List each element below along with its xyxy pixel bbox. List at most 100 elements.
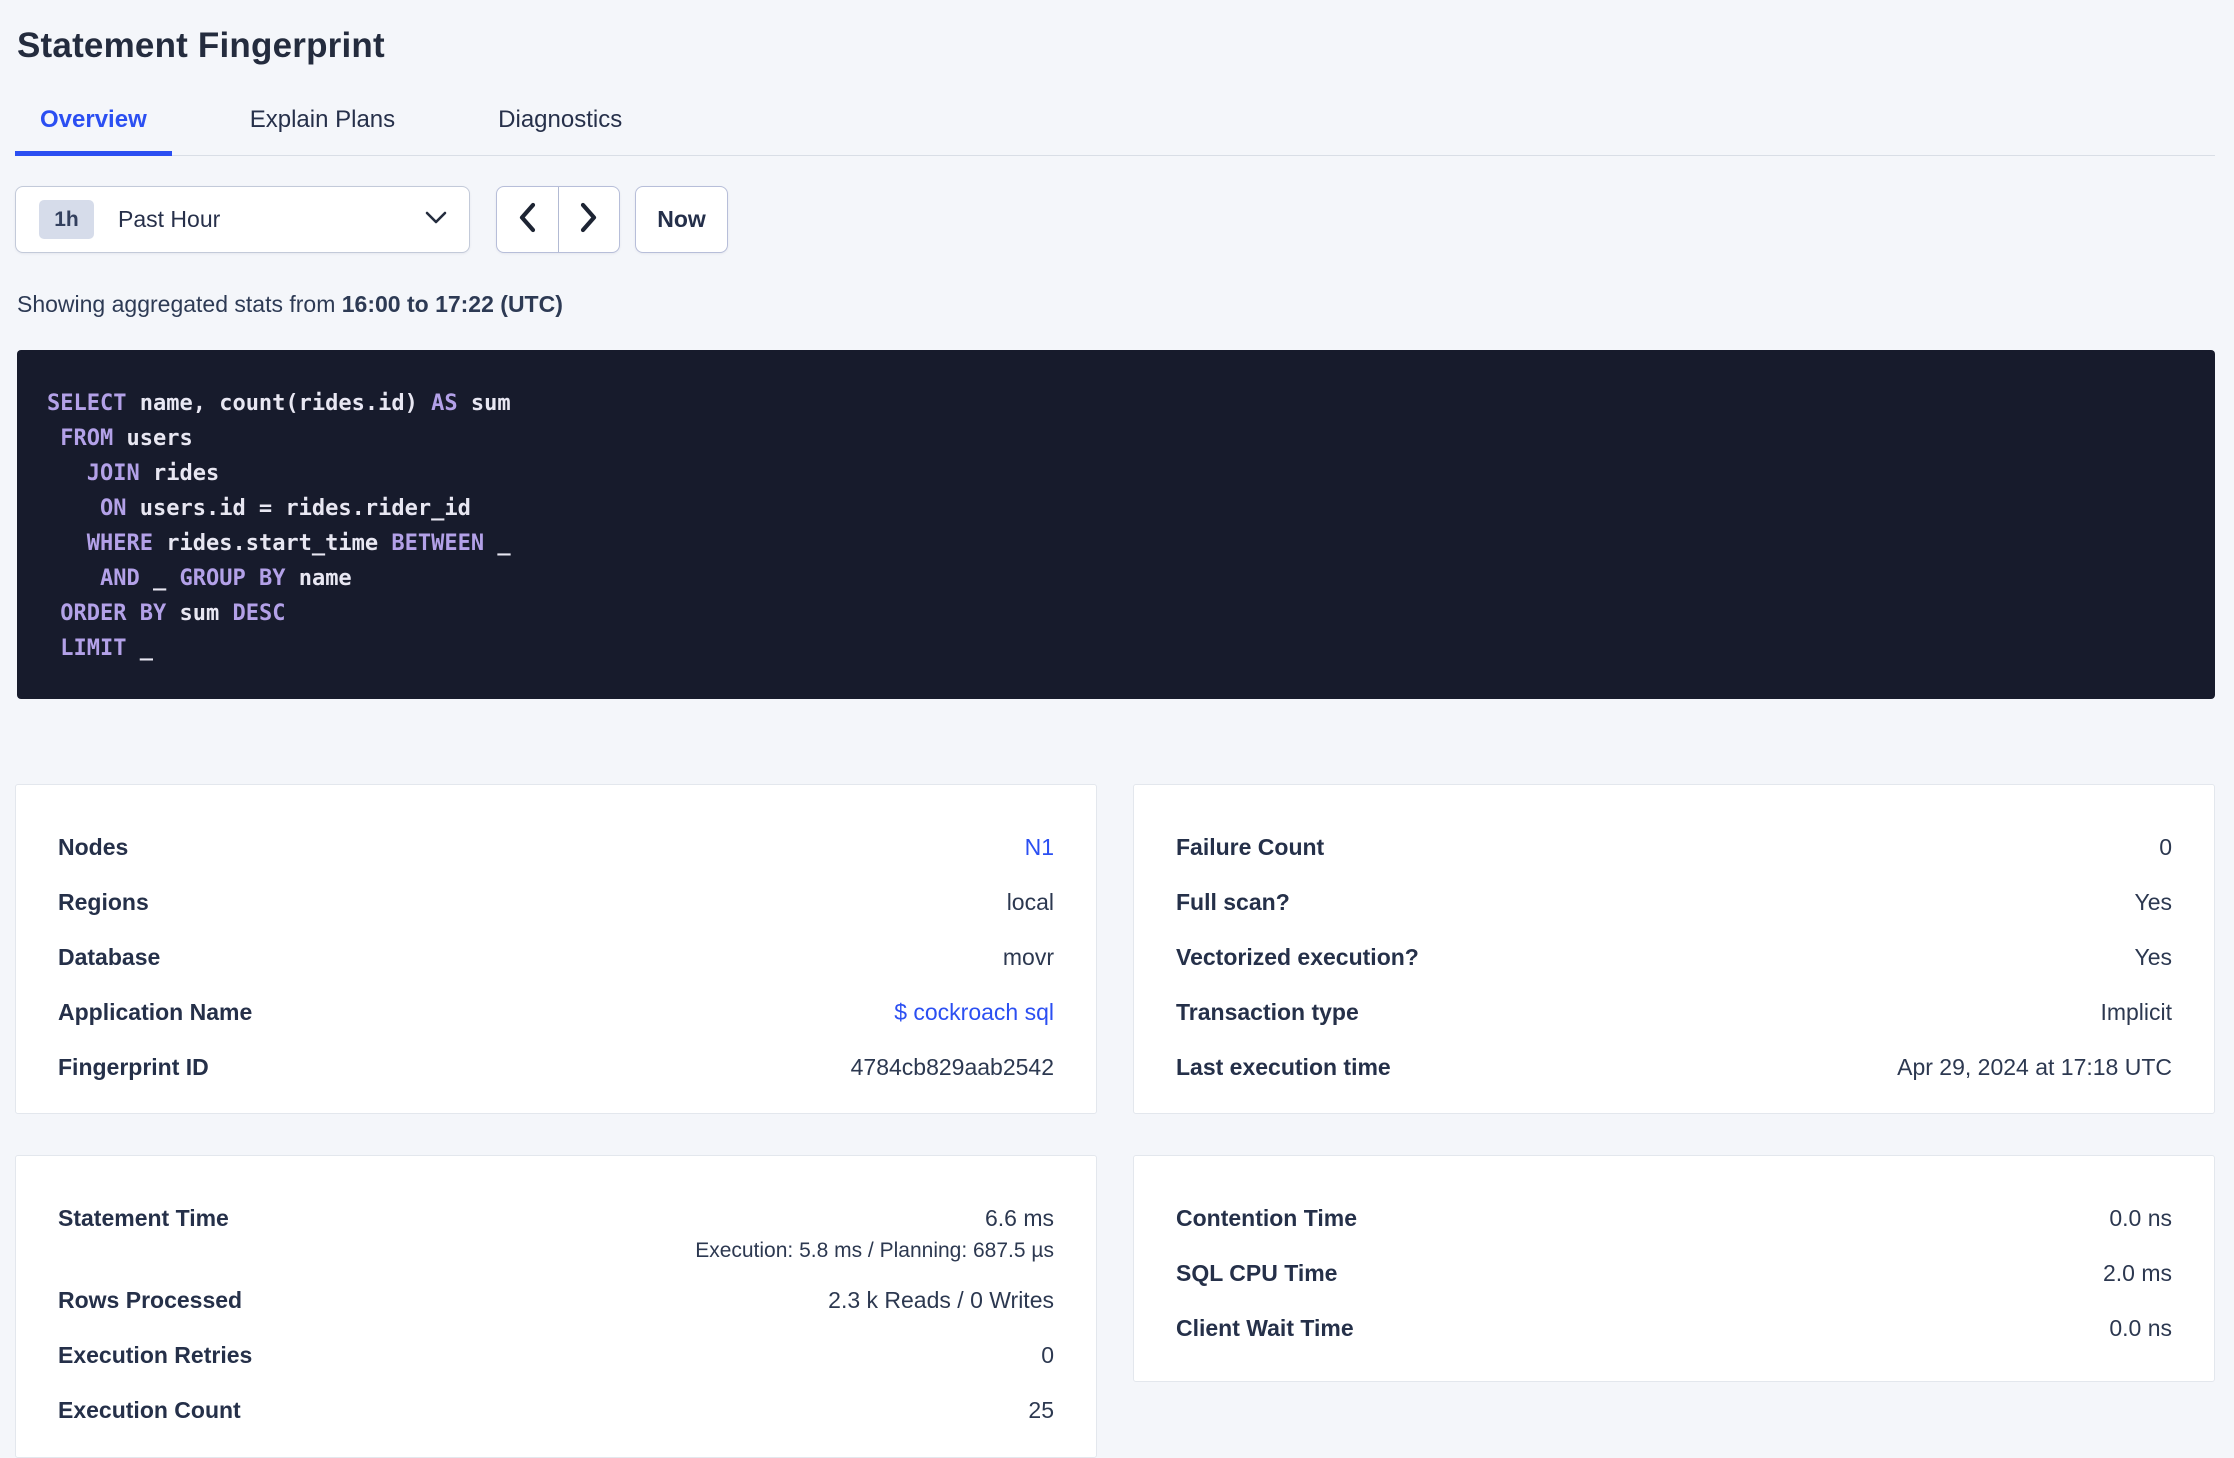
stat-label: Nodes	[58, 834, 129, 860]
stat-label: Client Wait Time	[1176, 1315, 1354, 1341]
stat-value: local	[1006, 889, 1054, 915]
stat-label: Vectorized execution?	[1176, 944, 1419, 970]
sql-keyword: BETWEEN	[391, 531, 485, 556]
overview-card: Nodes N1 Regions local Database movr Applicati…	[15, 784, 1097, 1114]
sql-keyword: SELECT	[47, 391, 127, 416]
sql-statement-box: SELECT name, count(rides.id) AS sum FROM…	[17, 350, 2215, 699]
tab-bar: Overview Explain Plans Diagnostics	[15, 106, 2215, 156]
stat-value: Yes	[2134, 944, 2172, 970]
chevron-right-icon	[579, 202, 598, 238]
sql-text: _	[126, 636, 153, 661]
statement-fingerprint-page: Statement Fingerprint Overview Explain Pl…	[0, 0, 2234, 1458]
sql-keyword: AS	[431, 391, 458, 416]
stat-label: Execution Count	[58, 1397, 241, 1423]
stat-value-link[interactable]: N1	[1025, 834, 1054, 861]
sql-text: name, count(rides.id)	[126, 391, 432, 416]
sql-text: _	[484, 531, 511, 556]
stat-row: Statement Time 6.6 ms Execution: 5.8 ms / …	[58, 1205, 1054, 1287]
stat-value: Apr 29, 2024 at 17:18 UTC	[1897, 1054, 2172, 1080]
previous-time-button[interactable]	[497, 187, 558, 252]
stat-row: Application Name $ cockroach sql	[58, 999, 1054, 1054]
tab-overview[interactable]: Overview	[15, 106, 172, 156]
sql-text: users.id = rides.rider_id	[126, 496, 471, 521]
stat-value: 0	[1041, 1342, 1054, 1368]
sql-keyword: JOIN	[86, 461, 140, 486]
stats-caption-range: 16:00 to 17:22 (UTC)	[341, 291, 563, 317]
sql-keyword: AND	[99, 566, 140, 591]
stat-value-group: N1	[1025, 834, 1054, 861]
sql-line: AND _ GROUP BY name	[47, 561, 2185, 596]
tab-explain-plans[interactable]: Explain Plans	[225, 106, 420, 156]
stat-value-group: local	[1007, 889, 1054, 916]
stat-label: Transaction type	[1176, 999, 1359, 1025]
stat-value-group: 2.3 k Reads / 0 Writes	[828, 1287, 1054, 1314]
stat-value-group: 2.0 ms	[2103, 1260, 2172, 1287]
sql-text: rides.start_time	[152, 531, 392, 556]
stat-row: Full scan? Yes	[1176, 889, 2172, 944]
stat-row: Client Wait Time 0.0 ns	[1176, 1315, 2172, 1370]
time-range-badge: 1h	[39, 200, 94, 239]
stat-row: Transaction type Implicit	[1176, 999, 2172, 1054]
stat-row: Database movr	[58, 944, 1054, 999]
sql-line: JOIN rides	[47, 456, 2185, 491]
stat-value: 2.0 ms	[2102, 1260, 2172, 1286]
stat-row: Regions local	[58, 889, 1054, 944]
time-range-label: Past Hour	[118, 206, 221, 232]
sql-keyword: FROM	[60, 426, 114, 451]
stat-value-group: Apr 29, 2024 at 17:18 UTC	[1897, 1054, 2172, 1081]
stat-row: Contention Time 0.0 ns	[1176, 1205, 2172, 1260]
stat-value: 0	[2159, 834, 2172, 860]
sql-line: WHERE rides.start_time BETWEEN _	[47, 526, 2185, 561]
sql-keyword: ON	[99, 496, 127, 521]
stat-value-group: Implicit	[2100, 999, 2172, 1026]
stat-value-group: Yes	[2134, 889, 2172, 916]
stat-value-group: 25	[1028, 1397, 1054, 1424]
sql-text: rides	[139, 461, 220, 486]
stats-cards-row: Statement Time 6.6 ms Execution: 5.8 ms / …	[15, 1155, 2215, 1458]
stat-row: Execution Count 25	[58, 1397, 1054, 1452]
stat-row: Execution Retries 0	[58, 1342, 1054, 1397]
execution-attributes-card: Failure Count 0 Full scan? Yes Vectorized ex…	[1133, 784, 2215, 1114]
stat-label: Failure Count	[1176, 834, 1325, 860]
stat-row: Last execution time Apr 29, 2024 at 17:18…	[1176, 1054, 2172, 1109]
chevron-left-icon	[518, 202, 537, 238]
chevron-down-icon	[425, 211, 447, 229]
stat-row: Rows Processed 2.3 k Reads / 0 Writes	[58, 1287, 1054, 1342]
stat-subvalue: Execution: 5.8 ms / Planning: 687.5 µs	[695, 1239, 1054, 1262]
aggregated-stats-caption: Showing aggregated stats from 16:00 to 1…	[17, 291, 2215, 318]
stat-label: Contention Time	[1176, 1205, 1358, 1231]
stat-value: 4784cb829aab2542	[850, 1054, 1054, 1080]
stat-value: 2.3 k Reads / 0 Writes	[828, 1287, 1054, 1313]
summary-cards-row: Nodes N1 Regions local Database movr Applicati…	[15, 784, 2215, 1114]
tab-diagnostics[interactable]: Diagnostics	[473, 106, 647, 156]
stat-value-link[interactable]: $ cockroach sql	[894, 999, 1054, 1026]
stat-value-group: Yes	[2134, 944, 2172, 971]
sql-text: sum	[457, 391, 511, 416]
stat-value-group: 4784cb829aab2542	[851, 1054, 1054, 1081]
sql-text: users	[113, 426, 193, 451]
sql-keyword: LIMIT	[60, 636, 127, 661]
stat-label: Regions	[58, 889, 149, 915]
time-range-dropdown[interactable]: 1h Past Hour	[15, 186, 470, 253]
stat-row: Fingerprint ID 4784cb829aab2542	[58, 1054, 1054, 1109]
stat-label: Last execution time	[1176, 1054, 1391, 1080]
next-time-button[interactable]	[557, 187, 620, 252]
stat-label: Full scan?	[1176, 889, 1290, 915]
stat-value: 6.6 ms	[984, 1205, 1054, 1231]
stat-value-group: 0.0 ns	[2109, 1315, 2172, 1342]
stat-label: Statement Time	[58, 1205, 229, 1231]
sql-line: SELECT name, count(rides.id) AS sum	[47, 386, 2185, 421]
now-button[interactable]: Now	[635, 186, 728, 253]
stat-label: Application Name	[58, 999, 253, 1025]
sql-keyword: ORDER BY	[60, 601, 167, 626]
stat-row: Failure Count 0	[1176, 834, 2172, 889]
stat-label: Database	[58, 944, 161, 970]
stat-value: 0.0 ns	[2109, 1315, 2172, 1341]
sql-line: LIMIT _	[47, 631, 2185, 666]
stat-value: Implicit	[2100, 999, 2172, 1025]
stat-row: Vectorized execution? Yes	[1176, 944, 2172, 999]
stat-value-group: 0	[1041, 1342, 1054, 1369]
statement-stats-card: Statement Time 6.6 ms Execution: 5.8 ms / …	[15, 1155, 1097, 1458]
